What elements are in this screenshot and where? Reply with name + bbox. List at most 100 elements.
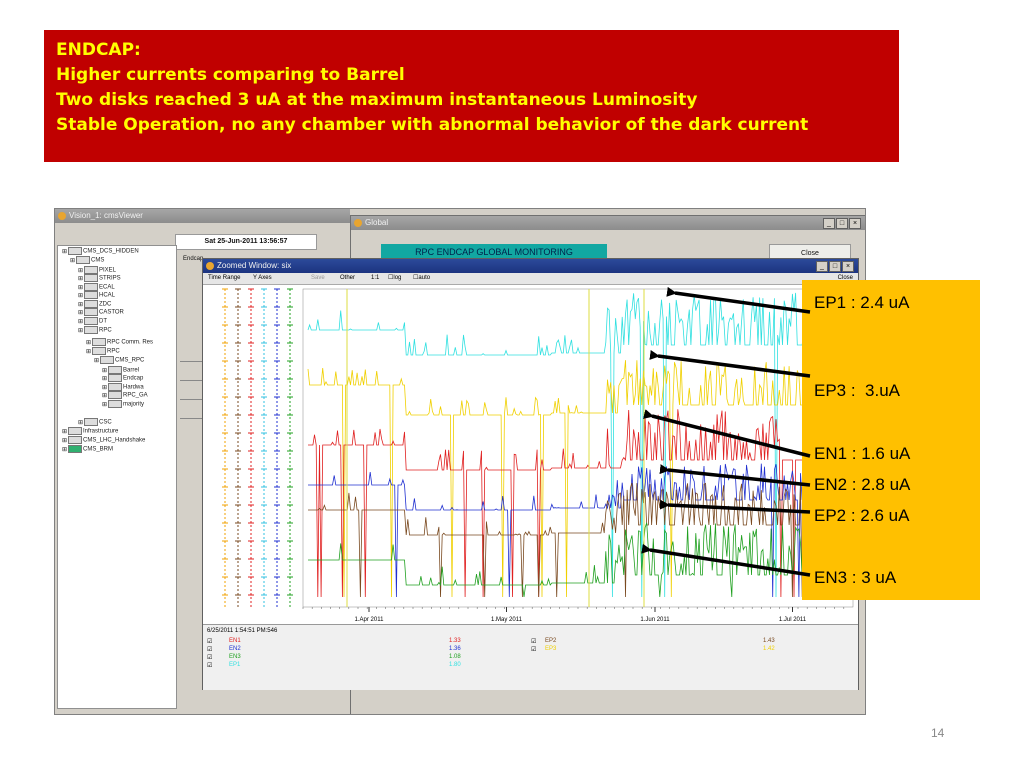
trend-series-line xyxy=(308,522,849,598)
node-icon xyxy=(108,366,122,374)
time-range-menu[interactable]: Time Range xyxy=(208,273,240,284)
tree-node-label: Infrastructure xyxy=(83,428,119,435)
auto-checkbox[interactable]: ☐ auto xyxy=(413,273,430,284)
side-buttons xyxy=(180,349,202,449)
node-icon xyxy=(68,445,82,453)
tree-node[interactable]: ⊞ STRIPS xyxy=(78,274,121,283)
node-icon xyxy=(108,391,122,399)
zoomed-toolbar: Time Range Y Axes Save Other 1:1 ☐ log ☐… xyxy=(203,273,858,285)
tree-node[interactable]: ⊞ RPC xyxy=(86,347,120,356)
global-app-icon xyxy=(354,219,362,227)
hierarchy-tree: ⊞ CMS_DCS_HIDDEN ⊞ CMS ⊞ PIXEL ⊞ STRIPS ⊞ ECAL ⊞ HC… xyxy=(57,245,177,709)
banner-line-3: Stable Operation, no any chamber with ab… xyxy=(56,115,809,135)
save-button[interactable]: Save xyxy=(311,273,325,284)
log-label: log xyxy=(393,275,402,281)
tree-node[interactable]: ⊞ CMS_RPC xyxy=(94,356,144,365)
legend-series-value: 1.43 xyxy=(763,638,775,644)
callout-en2: EN2 : 2.8 uA xyxy=(814,475,911,494)
tree-node-label: ECAL xyxy=(99,284,115,291)
global-window-titlebar: Global _ □ × xyxy=(351,216,865,230)
legend-checkbox[interactable]: ☑ xyxy=(531,638,536,645)
legend-series-name: EN2 xyxy=(229,646,241,652)
legend-series-name: EN3 xyxy=(229,654,241,660)
tree-node[interactable]: ⊞ RPC Comm. Res xyxy=(86,338,153,347)
tree-node-label: PIXEL xyxy=(99,267,117,274)
tree-node-label: RPC xyxy=(107,348,120,355)
legend-row: ☑ EP2 1.43 xyxy=(531,638,781,646)
trend-series-line xyxy=(308,479,849,598)
app-icon xyxy=(58,212,66,220)
zoomed-window-buttons: _ □ × xyxy=(816,261,854,272)
node-icon xyxy=(84,418,98,426)
y-axes-menu[interactable]: Y Axes xyxy=(253,273,272,284)
tree-node-label: CMS_LHC_Handshake xyxy=(83,437,146,444)
trend-plot: 1.Apr 2011 1.May 2011 1.Jun 2011 1.Jul 2011 xyxy=(222,288,854,623)
node-icon xyxy=(100,356,114,364)
zoomed-close-window-button[interactable]: × xyxy=(842,261,854,272)
trend-series-line xyxy=(307,360,848,598)
legend-checkbox[interactable]: ☑ xyxy=(207,638,212,645)
tree-node[interactable]: ⊞ CASTOR xyxy=(78,308,124,317)
legend-series-value: 1.33 xyxy=(449,638,461,644)
tree-node[interactable]: ⊞ CMS_DCS_HIDDEN xyxy=(62,247,139,256)
tree-node[interactable]: ⊞ HCAL xyxy=(78,291,115,300)
node-icon xyxy=(108,374,122,382)
node-icon xyxy=(76,256,90,264)
node-icon xyxy=(84,308,98,316)
zoomed-window: Zoomed Window: six _ □ × Time Range Y Ax… xyxy=(202,258,859,690)
legend-row: ☑ EN3 1.08 xyxy=(207,654,467,662)
zoomed-window-title: Zoomed Window: six xyxy=(217,261,292,270)
node-icon xyxy=(68,436,82,444)
node-icon xyxy=(68,247,82,255)
slide-number: 14 xyxy=(931,726,945,740)
tree-node[interactable]: ⊞ CMS_LHC_Handshake xyxy=(62,436,145,445)
tree-node-label: CMS_DCS_HIDDEN xyxy=(83,248,139,255)
node-icon xyxy=(108,383,122,391)
legend-checkbox[interactable]: ☑ xyxy=(531,646,536,653)
tree-node[interactable]: ⊞ Endcap xyxy=(102,374,143,383)
node-icon xyxy=(84,274,98,282)
minimize-button[interactable]: _ xyxy=(823,218,835,229)
banner-line-2: Two disks reached 3 uA at the maximum in… xyxy=(56,90,698,110)
auto-label: auto xyxy=(418,275,431,281)
tree-node-label: majority xyxy=(123,401,145,408)
legend-row: ☑ EN2 1.36 xyxy=(207,646,467,654)
legend-row: ☑ EN1 1.33 xyxy=(207,638,467,646)
close-window-button[interactable]: × xyxy=(849,218,861,229)
legend-checkbox[interactable]: ☑ xyxy=(207,662,212,669)
node-icon xyxy=(84,317,98,325)
endcap-label: Endcap xyxy=(183,256,204,262)
tree-node[interactable]: ⊞ CMS xyxy=(70,256,104,265)
node-icon xyxy=(68,427,82,435)
tree-node-label: HCAL xyxy=(99,292,116,299)
tree-node[interactable]: ⊞ majority xyxy=(102,400,144,409)
one-to-one-button[interactable]: 1:1 xyxy=(371,273,379,284)
callout-en1: EN1 : 1.6 uA xyxy=(814,444,911,463)
tree-node-label: CMS_RPC xyxy=(115,357,145,364)
zoomed-minimize-button[interactable]: _ xyxy=(816,261,828,272)
other-menu[interactable]: Other xyxy=(340,273,355,284)
main-window-titlebar: Vision_1: cmsViewer xyxy=(55,209,350,223)
node-icon xyxy=(84,300,98,308)
tree-node-label: Barrel xyxy=(123,367,140,374)
node-icon xyxy=(84,266,98,274)
tree-node[interactable]: ⊞ RPC_GA xyxy=(102,391,148,400)
legend-checkbox[interactable]: ☑ xyxy=(207,654,212,661)
cmsviewer-screenshot: Vision_1: cmsViewer Sat 25-Jun-2011 13:5… xyxy=(54,208,866,715)
maximize-button[interactable]: □ xyxy=(836,218,848,229)
legend-checkbox[interactable]: ☑ xyxy=(207,646,212,653)
tree-node-label: RPC_GA xyxy=(123,392,148,399)
tree-node-label: RPC xyxy=(99,327,112,334)
tree-node[interactable]: ⊞ RPC xyxy=(78,326,112,335)
log-checkbox[interactable]: ☐ log xyxy=(388,273,401,284)
tree-node[interactable]: ⊞ CSC xyxy=(78,418,112,427)
tree-node[interactable]: ⊞ Infrastructure xyxy=(62,427,118,436)
tree-node[interactable]: ⊞ CMS_BRM xyxy=(62,445,113,454)
node-icon xyxy=(92,347,106,355)
zoomed-maximize-button[interactable]: □ xyxy=(829,261,841,272)
banner-line-1: Higher currents comparing to Barrel xyxy=(56,65,405,85)
x-tick-label: 1.May 2011 xyxy=(491,617,523,623)
x-tick-label: 1.Apr 2011 xyxy=(355,617,385,623)
tree-node[interactable]: ⊞ DT xyxy=(78,317,107,326)
trend-series-line xyxy=(308,463,848,598)
